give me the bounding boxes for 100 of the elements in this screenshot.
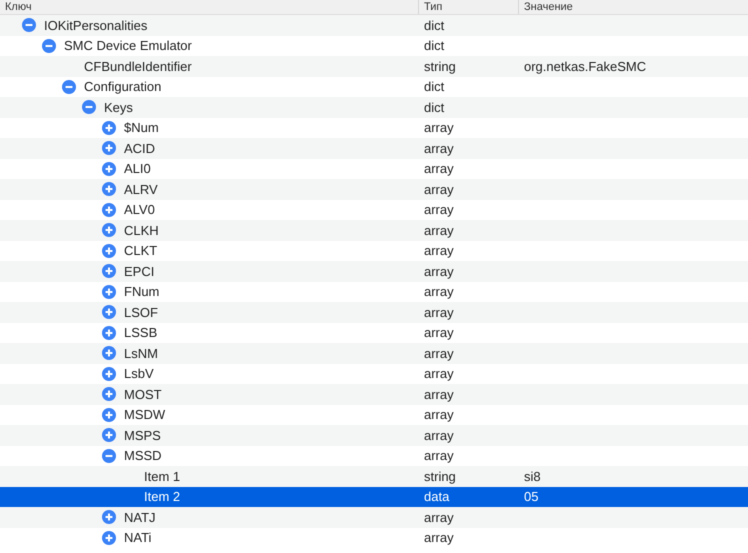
type-cell: array bbox=[424, 120, 454, 135]
type-cell: array bbox=[424, 140, 454, 156]
table-row[interactable]: LsbV array bbox=[0, 364, 748, 384]
key-cell-text: Item 2 bbox=[144, 488, 180, 506]
expand-icon[interactable] bbox=[102, 284, 116, 299]
key-cell-text: MOST bbox=[124, 386, 162, 404]
type-cell: string bbox=[424, 58, 456, 74]
key-cell-text: IOKitPersonalities bbox=[44, 16, 148, 34]
key-cell-text: EPCI bbox=[124, 262, 154, 280]
type-cell: data bbox=[424, 489, 450, 504]
key-cell-text: CLKT bbox=[124, 242, 158, 260]
table-row[interactable]: MSSD array bbox=[0, 446, 748, 466]
table-row[interactable]: CLKT array bbox=[0, 240, 748, 261]
column-header[interactable]: Ключ bbox=[5, 0, 32, 14]
expand-icon[interactable] bbox=[102, 162, 116, 176]
key-cell-text: MSDW bbox=[124, 406, 166, 424]
table-row[interactable]: CFBundleIdentifier string org.netkas.FakeSMC bbox=[0, 56, 748, 76]
table-row[interactable]: ALV0 array bbox=[0, 200, 748, 220]
type-cell: array bbox=[424, 202, 454, 217]
table-row[interactable]: IOKitPersonalities dict bbox=[0, 15, 748, 36]
type-cell: array bbox=[424, 325, 454, 340]
table-row[interactable]: Item 1 string si8 bbox=[0, 466, 748, 486]
key-cell-text: Keys bbox=[104, 98, 133, 117]
expand-icon[interactable] bbox=[102, 387, 116, 402]
collapse-icon[interactable] bbox=[42, 38, 56, 53]
expand-icon[interactable] bbox=[102, 346, 116, 360]
table-row[interactable]: LsNM array bbox=[0, 343, 748, 364]
expand-icon[interactable] bbox=[102, 182, 116, 196]
type-cell: array bbox=[424, 161, 454, 176]
type-cell: array bbox=[424, 428, 454, 442]
collapse-icon[interactable] bbox=[62, 80, 76, 94]
type-cell: array bbox=[424, 366, 454, 381]
key-cell-text: ALI0 bbox=[124, 160, 151, 178]
expand-icon[interactable] bbox=[102, 264, 116, 278]
table-row[interactable]: Configuration dict bbox=[0, 76, 748, 97]
key-cell-text: Item 1 bbox=[144, 468, 180, 486]
table-row[interactable]: CLKH array bbox=[0, 220, 748, 240]
collapse-icon[interactable] bbox=[82, 100, 96, 114]
value-cell: org.netkas.FakeSMC bbox=[524, 58, 646, 74]
key-cell-text: ALV0 bbox=[124, 201, 155, 219]
collapse-icon[interactable] bbox=[102, 448, 116, 463]
key-cell-text: $Num bbox=[124, 119, 159, 137]
key-cell-text: MSSD bbox=[124, 447, 162, 465]
type-cell: array bbox=[424, 304, 454, 320]
type-cell: array bbox=[424, 264, 454, 278]
type-cell: array bbox=[424, 386, 454, 402]
table-row[interactable]: NATJ array bbox=[0, 507, 748, 528]
type-cell: array bbox=[424, 182, 454, 196]
expand-icon[interactable] bbox=[102, 326, 116, 340]
expand-icon[interactable] bbox=[102, 120, 116, 135]
key-cell-text: Configuration bbox=[84, 78, 162, 96]
collapse-icon[interactable] bbox=[22, 18, 36, 32]
type-cell: array bbox=[424, 284, 454, 299]
type-cell: dict bbox=[424, 18, 444, 32]
type-cell: array bbox=[424, 530, 454, 545]
table-row[interactable]: SMC Device Emulator dict bbox=[0, 36, 748, 56]
type-cell: array bbox=[424, 448, 454, 463]
table-row[interactable]: Item 2 data 05 bbox=[0, 486, 748, 507]
key-cell-text: CFBundleIdentifier bbox=[84, 58, 192, 76]
expand-icon[interactable] bbox=[102, 408, 116, 422]
type-cell: dict bbox=[424, 79, 444, 94]
table-row[interactable]: LSOF array bbox=[0, 302, 748, 322]
table-row[interactable]: NATi array bbox=[0, 528, 748, 548]
column-header[interactable]: Тип bbox=[424, 0, 442, 14]
type-cell: array bbox=[424, 346, 454, 360]
table-row[interactable]: MSPS array bbox=[0, 425, 748, 446]
table-row[interactable]: ALRV array bbox=[0, 179, 748, 200]
key-cell-text: LSSB bbox=[124, 324, 158, 342]
table-row[interactable]: Keys dict bbox=[0, 97, 748, 118]
expand-icon[interactable] bbox=[102, 141, 116, 156]
table-row[interactable]: FNum array bbox=[0, 282, 748, 302]
key-cell-text: NATi bbox=[124, 529, 152, 547]
table-row[interactable]: EPCI array bbox=[0, 261, 748, 282]
key-cell-text: NATJ bbox=[124, 508, 156, 526]
type-cell: string bbox=[424, 468, 456, 484]
expand-icon[interactable] bbox=[102, 510, 116, 524]
expand-icon[interactable] bbox=[102, 223, 116, 238]
expand-icon[interactable] bbox=[102, 530, 116, 545]
table-row[interactable]: LSSB array bbox=[0, 322, 748, 343]
table-row[interactable]: MSDW array bbox=[0, 404, 748, 425]
expand-icon[interactable] bbox=[102, 305, 116, 320]
expand-icon[interactable] bbox=[102, 428, 116, 442]
key-cell-text: LsNM bbox=[124, 344, 158, 362]
key-cell-text: MSPS bbox=[124, 426, 161, 444]
type-cell: array bbox=[424, 407, 454, 422]
expand-icon[interactable] bbox=[102, 244, 116, 258]
key-cell-text: FNum bbox=[124, 283, 160, 301]
value-cell: si8 bbox=[524, 468, 541, 484]
column-header[interactable]: Значение bbox=[524, 0, 573, 14]
type-cell: dict bbox=[424, 38, 444, 53]
value-cell: 05 bbox=[524, 489, 538, 504]
expand-icon[interactable] bbox=[102, 202, 116, 217]
table-row[interactable]: $Num array bbox=[0, 118, 748, 138]
table-row[interactable]: ALI0 array bbox=[0, 158, 748, 179]
expand-icon[interactable] bbox=[102, 366, 116, 381]
key-cell-text: CLKH bbox=[124, 222, 159, 240]
key-cell-text: ALRV bbox=[124, 180, 158, 198]
key-cell-text: LSOF bbox=[124, 304, 158, 322]
table-row[interactable]: MOST array bbox=[0, 384, 748, 404]
table-row[interactable]: ACID array bbox=[0, 138, 748, 158]
